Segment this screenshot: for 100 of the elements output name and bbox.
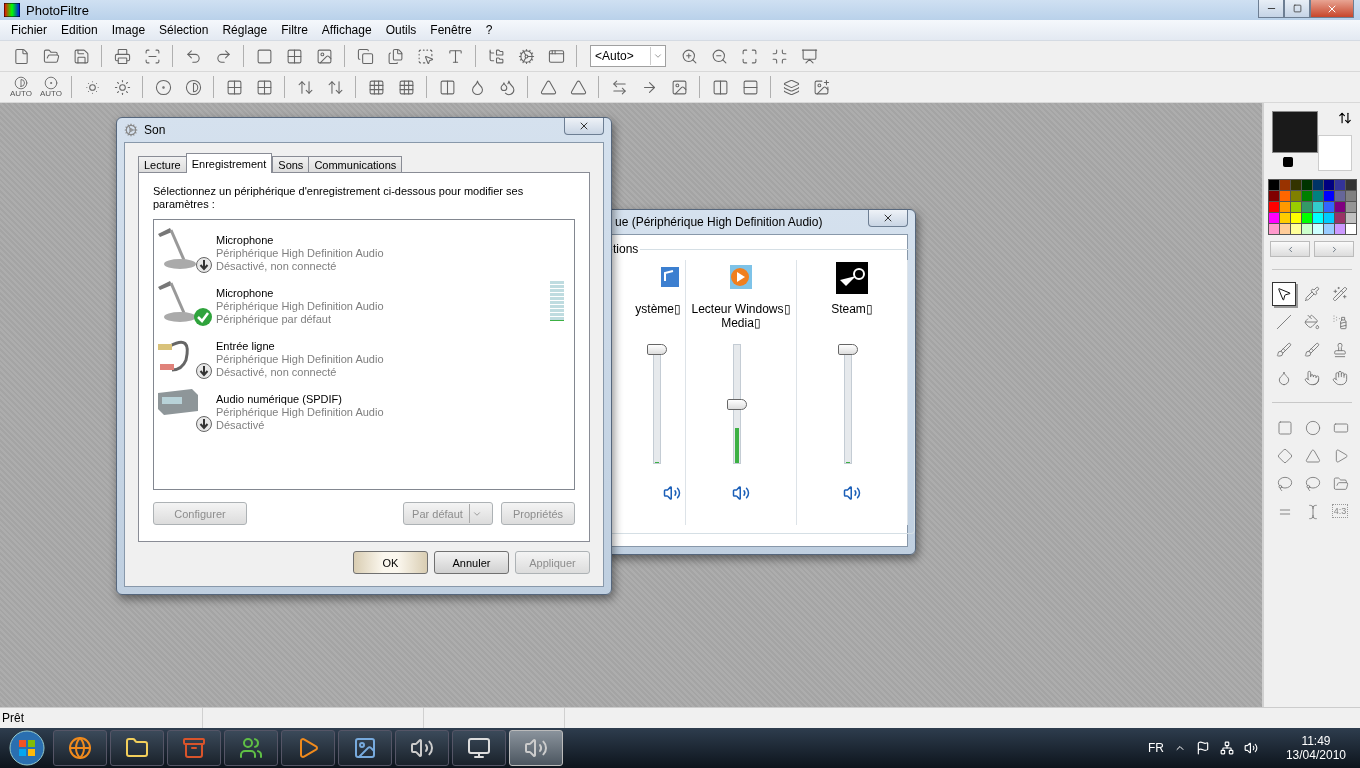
open-folder-icon[interactable] bbox=[42, 47, 60, 65]
circle-icon[interactable] bbox=[1305, 420, 1321, 436]
menu-item[interactable]: Filtre bbox=[274, 23, 315, 37]
columns-icon[interactable] bbox=[438, 78, 456, 96]
image-icon[interactable] bbox=[315, 47, 333, 65]
close-button[interactable] bbox=[868, 210, 908, 227]
color-swatch[interactable] bbox=[1345, 202, 1356, 212]
color-swatch[interactable] bbox=[1279, 180, 1290, 190]
grid-icon[interactable] bbox=[285, 47, 303, 65]
fit-icon[interactable] bbox=[740, 47, 758, 65]
color-swatch[interactable] bbox=[1290, 202, 1301, 212]
network-icon[interactable] bbox=[1219, 741, 1234, 755]
color-swatch[interactable] bbox=[1279, 202, 1290, 212]
color-swatch[interactable] bbox=[1312, 180, 1323, 190]
color-swatch[interactable] bbox=[1279, 224, 1290, 234]
flag-icon[interactable] bbox=[1195, 741, 1210, 755]
window-icon[interactable] bbox=[547, 47, 565, 65]
color-swatch[interactable] bbox=[1312, 191, 1323, 201]
background-color[interactable] bbox=[1318, 135, 1352, 171]
swap-icon[interactable] bbox=[1338, 111, 1352, 125]
dialog-button[interactable]: Annuler bbox=[434, 551, 509, 574]
tab[interactable]: Communications bbox=[308, 156, 403, 173]
taskbar-button[interactable] bbox=[452, 730, 506, 766]
layers-icon[interactable] bbox=[782, 78, 800, 96]
menu-item[interactable]: Image bbox=[104, 23, 153, 37]
rectangle-icon[interactable] bbox=[1277, 420, 1293, 436]
zoom-select[interactable]: <Auto> bbox=[590, 45, 666, 67]
color-swatch[interactable] bbox=[1334, 202, 1345, 212]
taskbar-button[interactable] bbox=[281, 730, 335, 766]
zoom-out-icon[interactable] bbox=[710, 47, 728, 65]
speaker-icon[interactable] bbox=[663, 484, 681, 502]
copy-icon[interactable] bbox=[356, 47, 374, 65]
selection-icon[interactable] bbox=[416, 47, 434, 65]
close-button[interactable] bbox=[1310, 0, 1354, 18]
menu-item[interactable]: Affichage bbox=[314, 23, 379, 37]
contrast-up-icon[interactable] bbox=[184, 78, 202, 96]
paste-icon[interactable] bbox=[386, 47, 404, 65]
foreground-color[interactable] bbox=[1272, 111, 1318, 153]
undo-icon[interactable] bbox=[184, 47, 202, 65]
menu-item[interactable]: Sélection bbox=[152, 23, 216, 37]
color-swatch[interactable] bbox=[1323, 224, 1334, 234]
brightness-down-icon[interactable] bbox=[83, 78, 101, 96]
menu-item[interactable]: Réglage bbox=[215, 23, 275, 37]
image-icon[interactable] bbox=[670, 78, 688, 96]
image-icon[interactable] bbox=[812, 78, 830, 96]
slider-thumb[interactable] bbox=[838, 344, 858, 355]
zoom-in-icon[interactable] bbox=[680, 47, 698, 65]
triangle-icon[interactable] bbox=[539, 78, 557, 96]
clock-time[interactable]: 11:49 bbox=[1301, 734, 1331, 748]
color-swatch[interactable] bbox=[1279, 191, 1290, 201]
rounded-rectangle-icon[interactable] bbox=[1333, 420, 1349, 436]
color-swatch[interactable] bbox=[1290, 213, 1301, 223]
dialog-button[interactable]: OK bbox=[353, 551, 428, 574]
language-indicator[interactable]: FR bbox=[1147, 741, 1164, 755]
reset-colors-icon[interactable] bbox=[1282, 156, 1294, 168]
save-icon[interactable] bbox=[72, 47, 90, 65]
color-swatch[interactable] bbox=[1268, 213, 1279, 223]
drops-icon[interactable] bbox=[498, 78, 516, 96]
color-swatch[interactable] bbox=[1334, 213, 1345, 223]
color-swatch[interactable] bbox=[1345, 213, 1356, 223]
color-swatch[interactable] bbox=[1290, 224, 1301, 234]
triangle-icon[interactable] bbox=[1305, 448, 1321, 464]
folder-icon[interactable] bbox=[1333, 476, 1349, 492]
taskbar-button[interactable] bbox=[224, 730, 278, 766]
actual-size-icon[interactable] bbox=[770, 47, 788, 65]
color-swatch[interactable] bbox=[1268, 224, 1279, 234]
color-swatch[interactable] bbox=[1301, 224, 1312, 234]
diamond-icon[interactable] bbox=[1277, 448, 1293, 464]
color-swatch[interactable] bbox=[1312, 224, 1323, 234]
tab[interactable]: Enregistrement bbox=[185, 153, 273, 173]
color-swatch[interactable] bbox=[1268, 202, 1279, 212]
printer-icon[interactable] bbox=[113, 47, 131, 65]
lasso-icon[interactable] bbox=[1277, 476, 1293, 492]
color-swatch[interactable] bbox=[1312, 213, 1323, 223]
menu-item[interactable]: Edition bbox=[54, 23, 105, 37]
color-swatch[interactable] bbox=[1323, 213, 1334, 223]
color-swatch[interactable] bbox=[1301, 202, 1312, 212]
square-icon[interactable] bbox=[255, 47, 273, 65]
grid-icon[interactable] bbox=[367, 78, 385, 96]
color-swatch[interactable] bbox=[1268, 180, 1279, 190]
menu-item[interactable]: Fenêtre bbox=[423, 23, 479, 37]
triangle-icon[interactable] bbox=[569, 78, 587, 96]
taskbar-button[interactable] bbox=[395, 730, 449, 766]
gear-icon[interactable] bbox=[517, 47, 535, 65]
color-swatch[interactable] bbox=[1301, 191, 1312, 201]
color-swatch[interactable] bbox=[1345, 180, 1356, 190]
auto-contrast-icon[interactable] bbox=[14, 76, 28, 90]
folder-tree-icon[interactable] bbox=[487, 47, 505, 65]
presentation-icon[interactable] bbox=[800, 47, 818, 65]
redo-icon[interactable] bbox=[214, 47, 232, 65]
slider-thumb[interactable] bbox=[647, 344, 667, 355]
tab[interactable]: Lecture bbox=[138, 156, 187, 173]
speaker-icon[interactable] bbox=[732, 484, 750, 502]
taskbar-button[interactable] bbox=[53, 730, 107, 766]
speaker-icon[interactable] bbox=[843, 484, 861, 502]
text-tool-icon[interactable] bbox=[446, 47, 464, 65]
tab[interactable]: Sons bbox=[272, 156, 310, 173]
color-swatch[interactable] bbox=[1323, 202, 1334, 212]
clock-date[interactable]: 13/04/2010 bbox=[1285, 748, 1346, 762]
scanner-icon[interactable] bbox=[143, 47, 161, 65]
